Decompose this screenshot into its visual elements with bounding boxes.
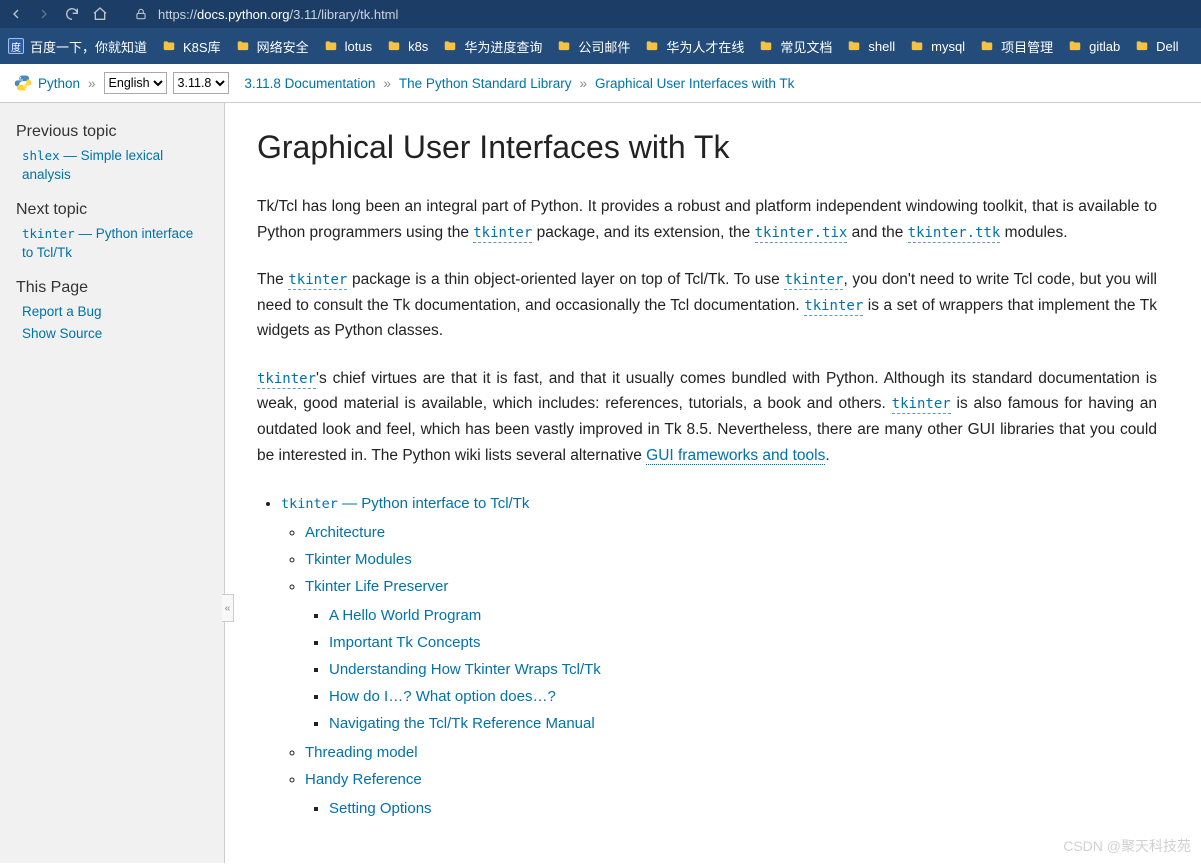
tkinter-ttk-link[interactable]: tkinter.ttk — [908, 224, 1001, 241]
toc-item: Setting Options — [329, 795, 1157, 822]
crumb-current[interactable]: Graphical User Interfaces with Tk — [595, 76, 794, 91]
intro-paragraph-1: Tk/Tcl has long been an integral part of… — [257, 194, 1157, 245]
bookmark-folder[interactable]: 网络安全 — [235, 37, 309, 56]
folder-icon — [323, 39, 339, 53]
watermark: CSDN @聚天科技苑 — [1063, 836, 1191, 856]
url-display[interactable]: https://docs.python.org/3.11/library/tk.… — [158, 7, 398, 22]
bookmark-folder[interactable]: K8S库 — [161, 37, 221, 56]
bookmark-folder[interactable]: gitlab — [1067, 39, 1120, 54]
forward-icon[interactable] — [36, 6, 52, 22]
folder-icon — [758, 39, 774, 53]
intro-paragraph-2: The tkinter package is a thin object-ori… — [257, 267, 1157, 344]
bookmark-folder[interactable]: 常见文档 — [758, 37, 832, 56]
sidebar: Previous topic shlex — Simple lexical an… — [0, 103, 224, 863]
next-topic-link[interactable]: tkinter — Python interface to Tcl/Tk — [22, 226, 193, 260]
sidebar-collapse-toggle[interactable]: « — [222, 594, 234, 622]
toc-link[interactable]: Handy Reference — [305, 771, 422, 788]
folder-icon — [979, 39, 995, 53]
this-page-heading: This Page — [16, 279, 208, 297]
bookmark-folder[interactable]: shell — [846, 39, 895, 54]
tkinter-link[interactable]: tkinter — [804, 297, 863, 314]
tkinter-link[interactable]: tkinter — [784, 271, 843, 288]
folder-icon — [644, 39, 660, 53]
toc-link[interactable]: Tkinter Life Preserver — [305, 578, 448, 595]
folder-icon — [846, 39, 862, 53]
bookmark-folder[interactable]: lotus — [323, 39, 372, 54]
docs-breadcrumb-bar: Python » English 3.11.8 3.11.8 Documenta… — [0, 64, 1201, 103]
toc-link[interactable]: A Hello World Program — [329, 607, 481, 624]
gui-frameworks-link[interactable]: GUI frameworks and tools — [646, 447, 825, 465]
toc-item: Important Tk Concepts — [329, 629, 1157, 656]
crumb-stdlib[interactable]: The Python Standard Library — [399, 76, 572, 91]
folder-icon — [386, 39, 402, 53]
content-area[interactable]: Graphical User Interfaces with Tk Tk/Tcl… — [224, 103, 1201, 863]
toc-link[interactable]: How do I…? What option does…? — [329, 688, 556, 705]
bookmark-folder[interactable]: 项目管理 — [979, 37, 1053, 56]
toc-link[interactable]: Understanding How Tkinter Wraps Tcl/Tk — [329, 661, 601, 678]
folder-icon — [442, 39, 458, 53]
bookmark-folder[interactable]: k8s — [386, 39, 428, 54]
toc-item: Handy Reference Setting Options — [305, 766, 1157, 822]
python-home-link[interactable]: Python — [38, 76, 80, 91]
toc-item: Tkinter Modules — [305, 546, 1157, 573]
browser-address-bar: https://docs.python.org/3.11/library/tk.… — [0, 0, 1201, 28]
toc-item: How do I…? What option does…? — [329, 683, 1157, 710]
folder-icon — [909, 39, 925, 53]
separator: » — [580, 76, 588, 91]
lock-icon[interactable] — [134, 7, 148, 21]
toc-item: tkinter — Python interface to Tcl/Tk Arc… — [281, 490, 1157, 822]
toc-link[interactable]: Important Tk Concepts — [329, 634, 480, 651]
table-of-contents: tkinter — Python interface to Tcl/Tk Arc… — [259, 490, 1157, 822]
folder-icon — [1067, 39, 1083, 53]
toc-item: A Hello World Program — [329, 602, 1157, 629]
folder-icon — [1134, 39, 1150, 53]
separator: » — [88, 76, 96, 91]
previous-topic-heading: Previous topic — [16, 123, 208, 141]
folder-icon — [235, 39, 251, 53]
bookmark-folder[interactable]: mysql — [909, 39, 965, 54]
toc-link[interactable]: Tkinter Modules — [305, 551, 412, 568]
folder-icon — [556, 39, 572, 53]
toc-item: Tkinter Life Preserver A Hello World Pro… — [305, 573, 1157, 737]
page-title: Graphical User Interfaces with Tk — [257, 129, 1157, 166]
baidu-icon: 度 — [8, 38, 24, 54]
report-bug-link[interactable]: Report a Bug — [22, 304, 102, 319]
tkinter-tix-link[interactable]: tkinter.tix — [755, 224, 848, 241]
language-select[interactable]: English — [104, 72, 167, 94]
toc-item: Threading model — [305, 739, 1157, 766]
crumb-docs-home[interactable]: 3.11.8 Documentation — [244, 76, 375, 91]
previous-topic-link[interactable]: shlex — Simple lexical analysis — [22, 148, 163, 182]
python-logo-icon — [14, 74, 32, 92]
bookmark-folder[interactable]: 华为进度查询 — [442, 37, 542, 56]
tkinter-link[interactable]: tkinter — [257, 370, 316, 387]
show-source-link[interactable]: Show Source — [22, 326, 102, 341]
toc-item: Architecture — [305, 519, 1157, 546]
tkinter-link[interactable]: tkinter — [473, 224, 532, 241]
toc-tkinter-link[interactable]: tkinter — Python interface to Tcl/Tk — [281, 495, 529, 512]
bookmark-folder[interactable]: Dell — [1134, 39, 1178, 54]
toc-item: Understanding How Tkinter Wraps Tcl/Tk — [329, 656, 1157, 683]
bookmarks-bar: 度 百度一下，你就知道 K8S库 网络安全 lotus k8s 华为进度查询 公… — [0, 28, 1201, 64]
folder-icon — [161, 39, 177, 53]
separator: » — [383, 76, 391, 91]
home-icon[interactable] — [92, 6, 108, 22]
version-select[interactable]: 3.11.8 — [173, 72, 229, 94]
back-icon[interactable] — [8, 6, 24, 22]
bookmark-folder[interactable]: 华为人才在线 — [644, 37, 744, 56]
toc-link[interactable]: Threading model — [305, 744, 418, 761]
toc-link[interactable]: Navigating the Tcl/Tk Reference Manual — [329, 715, 595, 732]
toc-link[interactable]: Setting Options — [329, 800, 432, 817]
intro-paragraph-3: tkinter's chief virtues are that it is f… — [257, 366, 1157, 468]
bookmark-folder[interactable]: 公司邮件 — [556, 37, 630, 56]
bookmark-baidu[interactable]: 度 百度一下，你就知道 — [8, 37, 147, 56]
toc-item: Navigating the Tcl/Tk Reference Manual — [329, 710, 1157, 737]
tkinter-link[interactable]: tkinter — [288, 271, 347, 288]
next-topic-heading: Next topic — [16, 201, 208, 219]
tkinter-link[interactable]: tkinter — [892, 395, 951, 412]
toc-link[interactable]: Architecture — [305, 524, 385, 541]
reload-icon[interactable] — [64, 6, 80, 22]
